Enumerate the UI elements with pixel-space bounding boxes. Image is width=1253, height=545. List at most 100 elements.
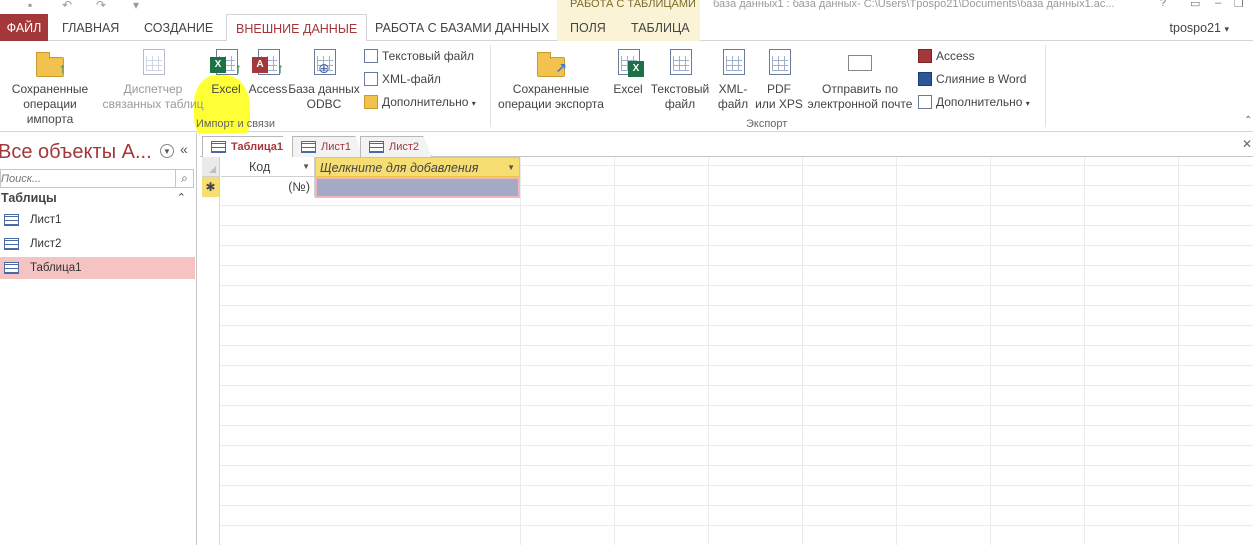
export-xml-file-button[interactable]: XML- файл: [714, 47, 752, 112]
grid-line: [802, 157, 803, 545]
column-dropdown-icon[interactable]: ▼: [507, 158, 515, 178]
import-more-button[interactable]: Дополнительно ▾: [364, 92, 476, 112]
more-folder-icon: [364, 95, 378, 109]
navigation-pane: Все объекты A... ▼ « ⌕ Таблицы ⌃ Лист1 Л…: [0, 133, 197, 545]
nav-menu-chevron-icon[interactable]: ▼: [160, 144, 174, 158]
import-text-file-button[interactable]: Текстовый файл: [364, 46, 474, 66]
cell-add-new[interactable]: [315, 177, 520, 198]
nav-collapse-icon[interactable]: «: [180, 141, 188, 157]
export-more-chevron-icon: ▾: [1025, 99, 1030, 108]
import-group-label: Импорт и связи: [196, 118, 276, 130]
column-header-click-to-add[interactable]: Щелкните для добавления ▼: [315, 157, 520, 177]
redo-icon[interactable]: ↷: [96, 0, 106, 11]
excel-icon: X ↑: [210, 47, 242, 79]
linked-table-manager-button[interactable]: Диспетчер связанных таблиц: [102, 47, 204, 112]
grid-line: [1084, 157, 1085, 545]
xml-export-icon: [717, 47, 749, 79]
import-more-label: Дополнительно: [382, 95, 469, 109]
text-file-export-icon: [664, 47, 696, 79]
export-excel-button[interactable]: X Excel: [610, 47, 646, 97]
select-all-corner[interactable]: [202, 157, 220, 177]
document-area: Таблица1 Лист1 Лист2 ✕ Код ▼ Щелкните дл…: [200, 133, 1253, 545]
doc-tab-label: Таблица1: [231, 141, 283, 153]
customize-qat-icon[interactable]: ▾: [133, 0, 139, 11]
folder-import-icon: ↑: [34, 47, 66, 79]
saved-imports-label-2: операции импорта: [23, 97, 77, 126]
access-icon: A ↑: [252, 47, 284, 79]
record-selector-column: [202, 157, 220, 545]
saved-exports-label-2: операции экспорта: [498, 97, 604, 111]
nav-title[interactable]: Все объекты A...: [0, 141, 152, 164]
close-document-icon[interactable]: ✕: [1242, 137, 1252, 151]
collapse-ribbon-icon[interactable]: ⌃: [1244, 115, 1252, 126]
export-more-button[interactable]: Дополнительно ▾: [918, 92, 1030, 112]
nav-item-list2[interactable]: Лист2: [0, 233, 195, 255]
tab-external-data[interactable]: ВНЕШНИЕ ДАННЫЕ: [226, 14, 368, 42]
doc-tab-list2[interactable]: Лист2: [360, 136, 432, 157]
nav-item-table1[interactable]: Таблица1: [0, 257, 195, 279]
tab-create[interactable]: СОЗДАНИЕ: [135, 14, 222, 41]
table-icon: [211, 141, 226, 153]
odbc-database-icon: ⊕: [308, 47, 340, 79]
export-email-button[interactable]: Отправить по электронной почте: [806, 47, 914, 112]
import-access-button[interactable]: A ↑ Access: [248, 47, 288, 97]
saved-exports-label-1: Сохраненные: [512, 82, 590, 96]
ribbon: ↑ Сохраненные операции импорта Диспетчер…: [0, 41, 1253, 145]
xml-file-icon: [364, 72, 378, 86]
excel-export-icon: X: [612, 47, 644, 79]
table-icon: [4, 214, 19, 226]
tab-file[interactable]: ФАЙЛ: [0, 14, 48, 41]
word-merge-button[interactable]: Слияние в Word: [918, 69, 1026, 89]
import-odbc-button[interactable]: ⊕ База данных ODBC: [288, 47, 360, 112]
minimize-icon[interactable]: –: [1215, 0, 1221, 9]
column-dropdown-icon[interactable]: ▼: [302, 157, 310, 177]
export-group-label: Экспорт: [746, 118, 788, 130]
export-more-label: Дополнительно: [936, 95, 1023, 109]
column-header-label: Код: [249, 160, 271, 174]
cell-kod-new[interactable]: (№): [221, 177, 315, 197]
linked-table-icon: [137, 47, 169, 79]
tab-table[interactable]: ТАБЛИЦА: [622, 14, 699, 41]
ribbon-display-icon[interactable]: ▭: [1190, 0, 1200, 10]
export-email-label-2: электронной почте: [807, 97, 913, 111]
nav-search-input[interactable]: [0, 169, 194, 188]
doc-tab-list1[interactable]: Лист1: [292, 136, 364, 157]
export-email-label-1: Отправить по: [821, 82, 898, 96]
restore-icon[interactable]: ❐: [1234, 0, 1244, 10]
help-icon[interactable]: ?: [1160, 0, 1166, 9]
nav-item-label: Лист1: [30, 214, 62, 226]
nav-group-label: Таблицы: [1, 191, 57, 205]
collapse-group-icon: ⌃: [176, 192, 186, 204]
tab-fields[interactable]: ПОЛЯ: [561, 14, 615, 41]
export-text-file-button[interactable]: Текстовый файл: [648, 47, 712, 112]
new-record-selector[interactable]: ✱: [202, 177, 220, 197]
import-xml-file-button[interactable]: XML-файл: [364, 69, 441, 89]
import-excel-button[interactable]: X ↑ Excel: [206, 47, 246, 97]
saved-exports-button[interactable]: ↗ Сохраненные операции экспорта: [494, 47, 608, 112]
save-icon[interactable]: ▪: [28, 0, 32, 11]
export-access-button[interactable]: Access: [918, 46, 975, 66]
grid-line: [614, 157, 615, 545]
doc-tab-table1[interactable]: Таблица1: [202, 136, 294, 158]
group-separator-end: [1045, 45, 1046, 127]
account-chevron-icon: ▾: [1224, 24, 1229, 34]
email-icon: [844, 47, 876, 79]
export-pdf-button[interactable]: PDF или XPS: [754, 47, 804, 112]
search-icon[interactable]: ⌕: [175, 169, 194, 188]
odbc-label-2: ODBC: [306, 97, 342, 111]
tab-database-tools[interactable]: РАБОТА С БАЗАМИ ДАННЫХ: [366, 14, 558, 41]
export-xml-label-1: XML-: [718, 82, 748, 96]
export-text-label-2: файл: [664, 97, 696, 111]
column-header-label: Щелкните для добавления: [320, 161, 479, 175]
odbc-label-1: База данных: [288, 82, 360, 96]
doc-tab-label: Лист2: [389, 141, 420, 153]
nav-group-tables[interactable]: Таблицы ⌃: [1, 191, 194, 209]
undo-icon[interactable]: ↶: [62, 0, 72, 11]
nav-item-list1[interactable]: Лист1: [0, 209, 195, 231]
tab-home[interactable]: ГЛАВНАЯ: [53, 14, 128, 41]
user-account[interactable]: tpospo21 ▾: [1170, 14, 1229, 41]
doc-tab-label: Лист1: [321, 141, 352, 153]
column-header-kod[interactable]: Код ▼: [221, 157, 315, 177]
datasheet[interactable]: Код ▼ Щелкните для добавления ▼ ✱ (№): [202, 157, 1253, 545]
saved-imports-button[interactable]: ↑ Сохраненные операции импорта: [0, 47, 100, 127]
